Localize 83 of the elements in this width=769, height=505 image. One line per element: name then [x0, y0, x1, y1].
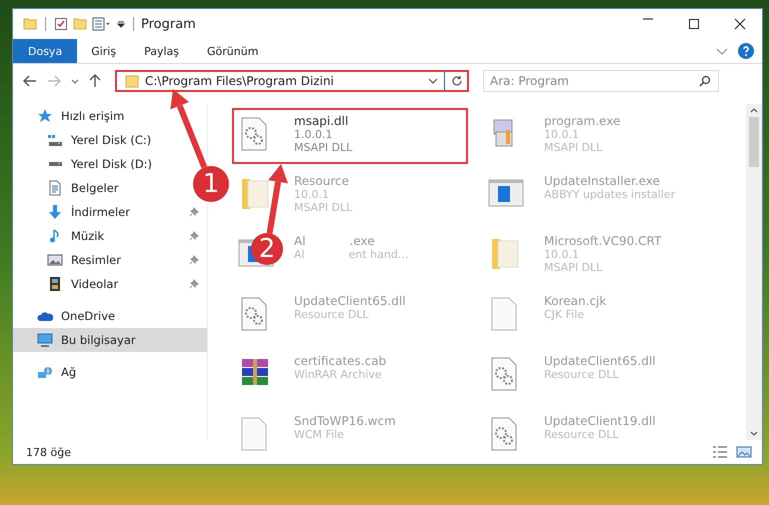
sidebar-item[interactable]: Belgeler	[47, 176, 123, 200]
file-detail: 10.0.1	[544, 248, 580, 261]
file-detail: CJK File	[544, 308, 586, 321]
folder-icon	[125, 74, 139, 88]
file-name: certificates.cab	[294, 354, 386, 368]
file-detail: ABBYY updates installer	[544, 188, 676, 201]
chevron-down-icon[interactable]	[71, 78, 79, 84]
close-icon[interactable]	[734, 18, 746, 30]
download-arrow-icon	[47, 204, 63, 220]
file-detail: WinRAR Archive	[294, 368, 383, 381]
maximize-icon[interactable]	[688, 18, 700, 30]
file-name: UpdateInstaller.exe	[544, 174, 661, 188]
pin-icon[interactable]	[189, 255, 199, 265]
network-icon	[37, 366, 53, 378]
pin-icon[interactable]	[189, 207, 199, 217]
file-detail: Resource DLL	[294, 308, 370, 321]
callout-arrow	[266, 164, 288, 234]
pin-icon[interactable]	[189, 279, 199, 289]
file-detail: Resource DLL	[544, 368, 620, 381]
sidebar-item[interactable]: Bu bilgisayar	[13, 328, 207, 352]
file-name: Korean.cjk	[544, 294, 606, 308]
details-view-icon[interactable]	[712, 446, 728, 458]
file-name: msapi.dll	[294, 114, 350, 128]
sidebar-item[interactable]: Resimler	[47, 248, 207, 272]
monitor-icon	[37, 333, 53, 347]
file-name: UpdateClient19.dll	[544, 414, 656, 428]
file-name: Microsoft.VC90.CRT	[544, 234, 662, 248]
file-detail: MSAPI DLL	[544, 261, 604, 274]
pin-icon[interactable]	[189, 231, 199, 241]
step-badge: 1	[193, 166, 229, 202]
film-strip-icon	[49, 276, 61, 292]
file-name: Resource	[294, 174, 350, 188]
sidebar-item[interactable]: Yerel Disk (C:)	[47, 128, 156, 152]
sidebar-item[interactable]: Hızlı erişim	[37, 104, 128, 128]
help-icon[interactable]	[738, 43, 754, 59]
file-name: UpdateClient65.dll	[544, 354, 656, 368]
address-bar[interactable]: C:\Program Files\Program Dizini	[115, 70, 469, 92]
drive-icon	[48, 161, 62, 167]
file-detail: WCM File	[294, 428, 345, 441]
up-arrow-icon[interactable]	[89, 74, 101, 88]
tiles-view-icon[interactable]	[736, 446, 752, 458]
file-name: SndToWP16.wcm	[294, 414, 396, 428]
file-detail: 10.0.1	[294, 188, 330, 201]
file-name: program.exe	[544, 114, 620, 128]
file-detail: 1.0.0.1	[294, 128, 334, 141]
file-tile[interactable]: msapi.dll 1.0.0.1 MSAPI DLL	[232, 108, 468, 164]
sidebar-item[interactable]: Ağ	[37, 360, 80, 384]
document-icon	[47, 180, 63, 196]
file-name: Al	[294, 234, 306, 248]
file-detail: MSAPI DLL	[294, 201, 352, 214]
file-detail: 10.0.1	[544, 128, 580, 141]
sidebar-item[interactable]: İndirmeler	[47, 200, 207, 224]
star-icon	[37, 108, 53, 124]
dropdown-icon[interactable]	[117, 20, 125, 28]
step-badge: 2	[251, 233, 283, 265]
back-arrow-icon[interactable]	[23, 75, 37, 87]
sidebar-item[interactable]: Yerel Disk (D:)	[47, 152, 156, 176]
sidebar-item[interactable]: OneDrive	[37, 304, 120, 328]
scrollbar[interactable]	[746, 104, 762, 440]
properties-icon[interactable]	[92, 17, 112, 31]
scroll-down-icon[interactable]	[750, 431, 758, 436]
minimize-icon[interactable]	[642, 18, 654, 20]
scroll-up-icon[interactable]	[750, 108, 758, 113]
file-detail: Resource DLL	[544, 428, 620, 441]
window-title: Program	[141, 16, 196, 32]
refresh-icon[interactable]	[451, 75, 463, 87]
file-detail: Al	[294, 248, 305, 261]
item-count: 178 öğe	[26, 446, 71, 458]
chevron-down-icon[interactable]	[428, 78, 438, 84]
file-name: .exe	[350, 234, 375, 248]
search-field[interactable]: Ara: Program	[483, 70, 719, 92]
drive-icon	[47, 134, 63, 146]
scroll-thumb[interactable]	[749, 117, 759, 167]
sidebar-item[interactable]: Müzik	[47, 224, 207, 248]
cloud-icon	[37, 310, 53, 322]
ribbon-tab[interactable]: Dosya	[13, 39, 78, 63]
file-name: UpdateClient65.dll	[294, 294, 406, 308]
file-detail: MSAPI DLL	[544, 141, 604, 154]
sidebar-item[interactable]: Videolar	[47, 272, 207, 296]
file-detail: MSAPI DLL	[294, 141, 352, 154]
file-detail: ent hand...	[348, 248, 408, 261]
picture-icon	[47, 254, 63, 266]
checklist-icon[interactable]	[54, 17, 68, 31]
